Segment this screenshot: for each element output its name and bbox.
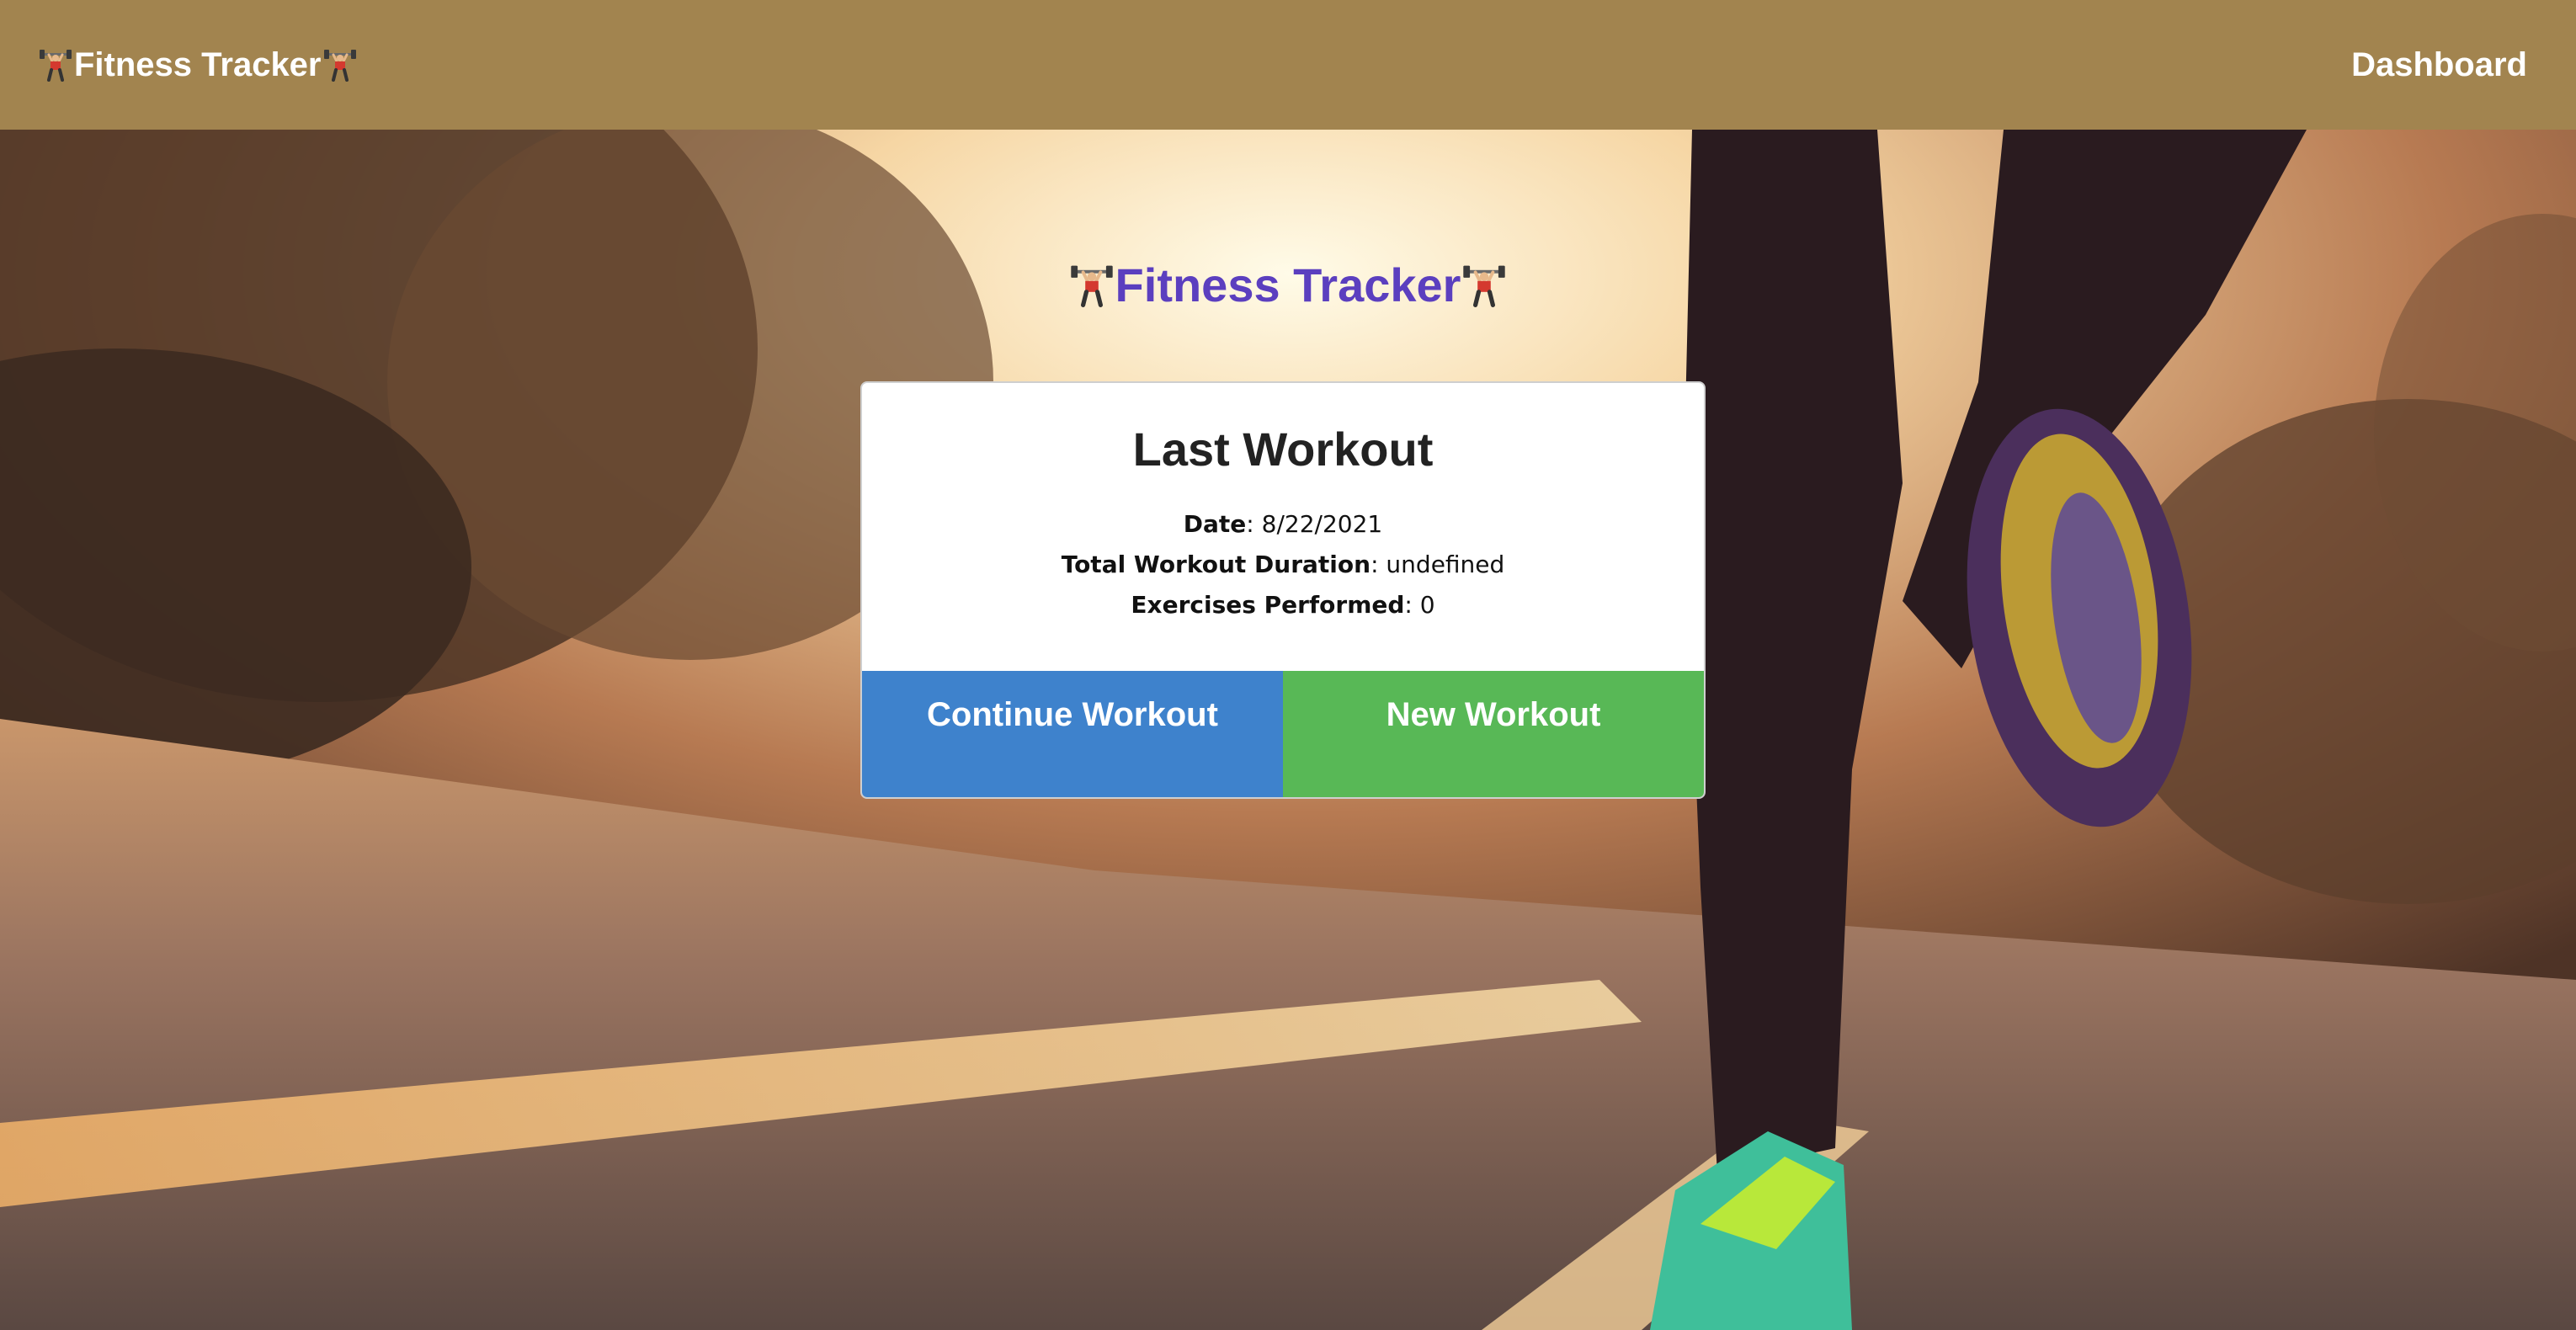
card-actions: Continue Workout New Workout: [862, 671, 1704, 797]
continue-workout-button[interactable]: Continue Workout: [862, 671, 1283, 797]
hero-title: Fitness Tracker: [0, 258, 2576, 312]
new-workout-button[interactable]: New Workout: [1283, 671, 1704, 797]
weight-lifter-icon: [1070, 263, 1114, 307]
duration-label: Total Workout Duration: [1061, 550, 1371, 578]
dashboard-link[interactable]: Dashboard: [2351, 46, 2527, 84]
stat-duration: Total Workout Duration: undefined: [1061, 550, 1505, 578]
date-label: Date: [1183, 509, 1247, 538]
weight-lifter-icon: [323, 48, 357, 82]
weight-lifter-icon: [1462, 263, 1506, 307]
brand-text: Fitness Tracker: [74, 45, 322, 83]
hero-title-text: Fitness Tracker: [1115, 258, 1461, 311]
last-workout-heading: Last Workout: [1132, 423, 1434, 476]
stat-date: Date: 8/22/2021: [1183, 509, 1383, 538]
top-navbar: Fitness Tracker Dashboard: [0, 0, 2576, 130]
workout-stats: Date: 8/22/2021 Total Workout Duration: …: [862, 504, 1704, 625]
stat-exercises: Exercises Performed: 0: [1131, 590, 1435, 619]
last-workout-card: Last Workout Date: 8/22/2021 Total Worko…: [860, 381, 1706, 799]
brand-link[interactable]: Fitness Tracker: [37, 46, 359, 84]
exercises-value: 0: [1419, 590, 1435, 619]
weight-lifter-icon: [39, 48, 72, 82]
duration-value: undefined: [1386, 550, 1505, 578]
exercises-label: Exercises Performed: [1131, 590, 1405, 619]
date-value: 8/22/2021: [1261, 509, 1383, 538]
